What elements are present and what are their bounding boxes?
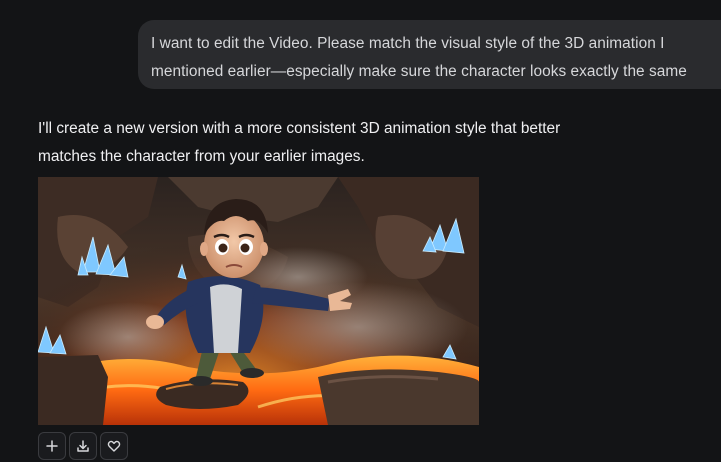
lava-cave-scene [38,177,479,425]
user-message-line-2: mentioned earlier—especially make sure t… [151,63,687,80]
heart-icon [107,440,121,452]
generated-image[interactable] [38,177,479,425]
assistant-message-line-2: matches the character from your earlier … [38,148,365,165]
plus-icon [46,440,58,452]
user-message-line-1: I want to edit the Video. Please match t… [151,35,665,52]
user-message-bubble: I want to edit the Video. Please match t… [138,20,721,89]
assistant-message: I'll create a new version with a more co… [38,115,638,171]
message-actions [38,432,128,460]
download-icon [77,440,89,452]
like-button[interactable] [100,432,128,460]
add-button[interactable] [38,432,66,460]
download-button[interactable] [69,432,97,460]
assistant-message-line-1: I'll create a new version with a more co… [38,120,561,137]
